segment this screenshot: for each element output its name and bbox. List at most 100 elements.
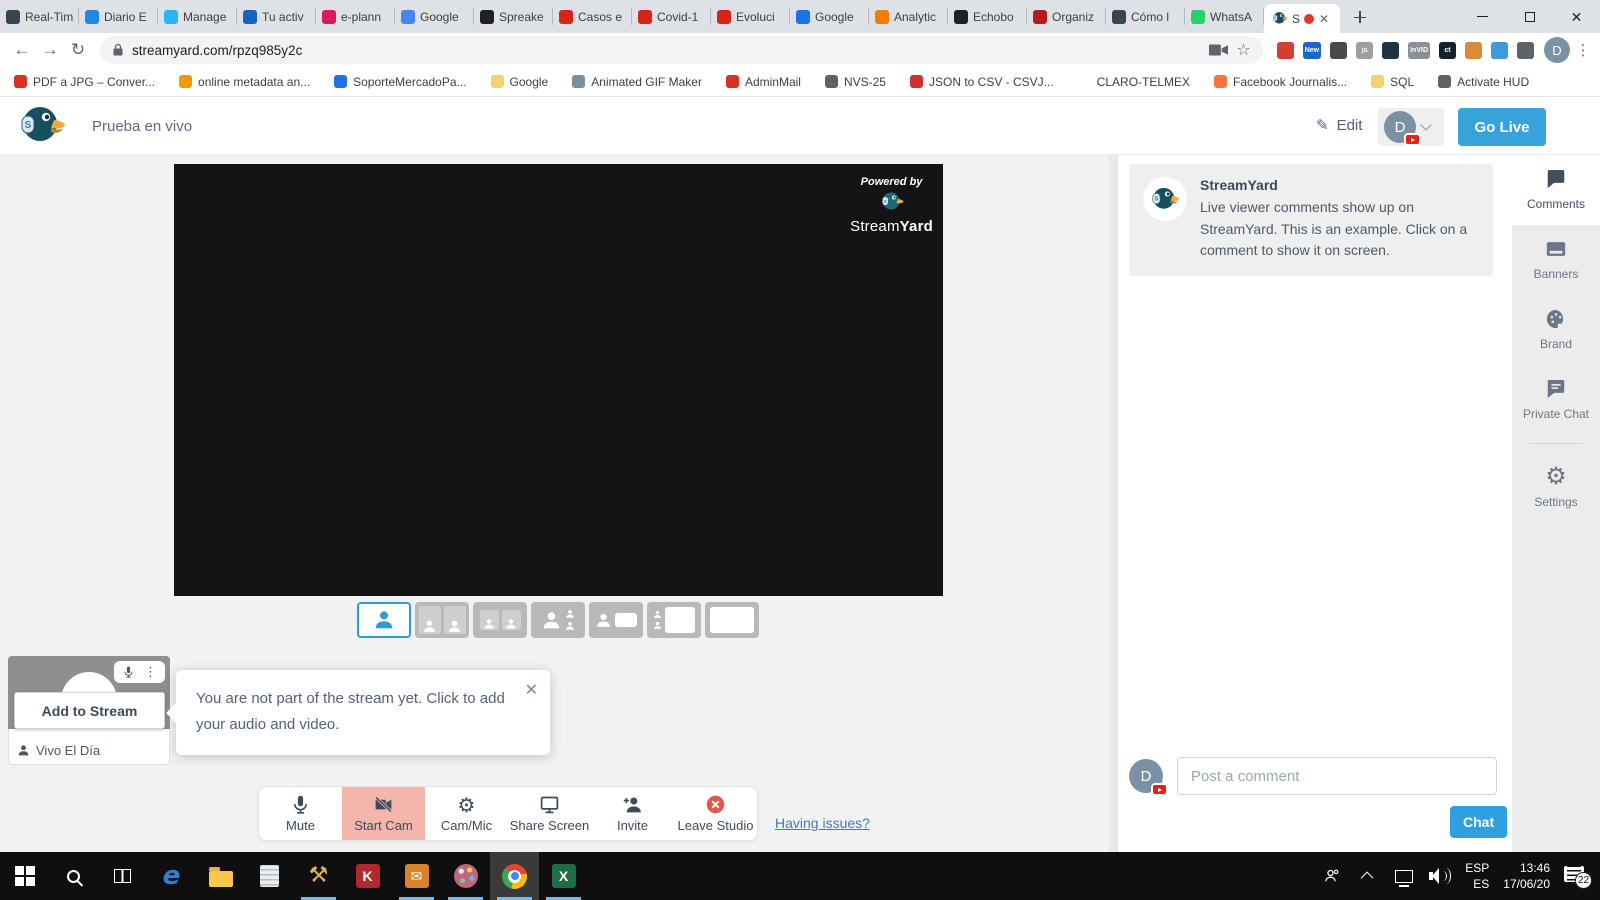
destination-selector[interactable]: D [1378,108,1444,146]
browser-tab[interactable]: Tu activ [237,0,316,33]
add-to-stream-button[interactable]: Add to Stream [14,692,165,729]
rail-tab-brand[interactable]: Brand [1512,295,1600,365]
start-cam-button[interactable]: Start Cam [342,787,425,840]
browser-tab[interactable]: Cómo l [1106,0,1185,33]
window-minimize-button[interactable] [1459,0,1506,33]
tooltip-close-icon[interactable]: ✕ [525,680,538,700]
mic-icon[interactable] [122,664,135,680]
browser-tab[interactable]: Analytic [869,0,948,33]
browser-tab[interactable]: WhatsA [1185,0,1264,33]
bookmark-item[interactable]: NVS-25 [825,75,886,89]
bookmark-item[interactable]: JSON to CSV - CSVJ... [910,75,1054,89]
language-indicator[interactable]: ESP ES [1465,860,1489,892]
network-icon[interactable] [1393,863,1415,889]
browser-tab[interactable]: Diario E [79,0,158,33]
extension-icon[interactable] [1465,42,1482,59]
layout-two-up-button[interactable] [415,602,469,638]
extension-icon[interactable]: InVID [1408,42,1430,59]
bookmark-item[interactable]: online metadata an... [179,75,310,89]
edit-button[interactable]: ✎ Edit [1316,116,1362,134]
invite-button[interactable]: Invite [591,787,674,840]
bookmark-item[interactable]: Facebook Journalis... [1214,75,1347,89]
taskbar-file-explorer[interactable] [196,852,245,900]
extension-icon[interactable] [1277,42,1294,59]
extension-icon[interactable] [1382,42,1399,59]
active-tab-streamyard[interactable]: S S ✕ [1264,4,1340,33]
action-center-button[interactable]: 22 [1564,866,1588,886]
browser-tab[interactable]: Covid-1 [632,0,711,33]
volume-icon[interactable] [1429,863,1451,889]
rail-tab-private-chat[interactable]: Private Chat [1512,365,1600,435]
browser-tab[interactable]: Google [790,0,869,33]
taskbar-mail-app[interactable]: ✉ [392,852,441,900]
browser-tab[interactable]: e-plann [316,0,395,33]
extension-icon[interactable]: ct [1439,42,1456,59]
forward-button[interactable]: → [36,40,64,60]
start-button[interactable] [0,852,49,900]
layout-two-small-button[interactable] [473,602,527,638]
extension-icon[interactable] [1517,42,1534,59]
taskbar-excel[interactable]: X [539,852,588,900]
taskbar-notes-app[interactable] [245,852,294,900]
bookmark-item[interactable]: PDF a JPG – Conver... [14,75,155,89]
rail-tab-comments[interactable]: Comments [1512,155,1600,225]
layout-group-button[interactable] [531,602,585,638]
reload-button[interactable]: ↻ [64,40,92,60]
bookmark-item[interactable]: Activate HUD [1438,75,1529,89]
leave-studio-button[interactable]: Leave Studio [674,787,757,840]
new-tab-button[interactable] [1346,3,1374,31]
bookmark-item[interactable]: AdminMail [726,75,801,89]
taskbar-edge[interactable]: e [147,852,196,900]
taskbar-paint-app[interactable] [441,852,490,900]
bookmark-item[interactable]: SoporteMercadoPa... [334,75,466,89]
browser-tab[interactable]: Spreake [474,0,553,33]
extension-icon[interactable] [1491,42,1508,59]
having-issues-link[interactable]: Having issues? [775,815,870,831]
streamyard-logo[interactable]: S [18,104,66,148]
bookmark-item[interactable]: CLARO-TELMEX [1078,75,1190,89]
share-screen-button[interactable]: Share Screen [508,787,591,840]
layout-solo-button[interactable] [357,602,411,638]
browser-menu-icon[interactable]: ⋮ [1574,41,1592,59]
extension-icon[interactable]: js [1356,42,1373,59]
taskbar-k-app[interactable]: K [343,852,392,900]
bookmark-star-icon[interactable]: ☆ [1236,40,1250,60]
window-close-button[interactable]: ✕ [1553,0,1600,33]
browser-tab[interactable]: Real-Tim [0,0,79,33]
comment-item[interactable]: S StreamYard Live viewer comments show u… [1129,164,1493,276]
mute-button[interactable]: Mute [259,787,342,840]
taskbar-tools-app[interactable]: ⚒ [294,852,343,900]
camera-indicator-icon[interactable] [1209,43,1228,57]
layout-fullscreen-button[interactable] [705,602,759,638]
bookmark-item[interactable]: Animated GIF Maker [572,75,702,89]
taskbar-search-button[interactable] [49,852,98,900]
extension-icon[interactable] [1330,42,1347,59]
layout-sidebar-screen-button[interactable] [647,602,701,638]
browser-tab[interactable]: Manage [158,0,237,33]
browser-tab[interactable]: Echobo [948,0,1027,33]
go-live-button[interactable]: Go Live [1458,108,1546,146]
participant-menu-icon[interactable]: ⋮ [144,664,157,680]
people-icon[interactable] [1321,863,1343,889]
back-button[interactable]: ← [8,40,36,60]
post-comment-input[interactable] [1177,757,1497,795]
cam-mic-settings-button[interactable]: ⚙ Cam/Mic [425,787,508,840]
browser-tab[interactable]: Evoluci [711,0,790,33]
browser-tab[interactable]: Casos e [553,0,632,33]
extension-icon[interactable]: New [1303,42,1321,59]
task-view-button[interactable] [98,852,147,900]
chat-button[interactable]: Chat [1450,806,1507,838]
tray-expand-button[interactable] [1357,863,1379,889]
layout-person-screen-button[interactable] [589,602,643,638]
window-maximize-button[interactable] [1506,0,1553,33]
bookmark-item[interactable]: Google [491,75,549,89]
taskbar-chrome[interactable] [490,852,539,900]
address-bar[interactable]: streamyard.com/rpzq985y2c ☆ [100,36,1263,64]
rail-tab-banners[interactable]: Banners [1512,225,1600,295]
browser-tab[interactable]: Google [395,0,474,33]
browser-tab[interactable]: Organiz [1027,0,1106,33]
bookmark-item[interactable]: SQL [1371,75,1414,89]
tab-close-icon[interactable]: ✕ [1319,13,1329,25]
browser-profile-avatar[interactable]: D [1544,37,1570,63]
rail-tab-settings[interactable]: ⚙ Settings [1512,452,1600,522]
